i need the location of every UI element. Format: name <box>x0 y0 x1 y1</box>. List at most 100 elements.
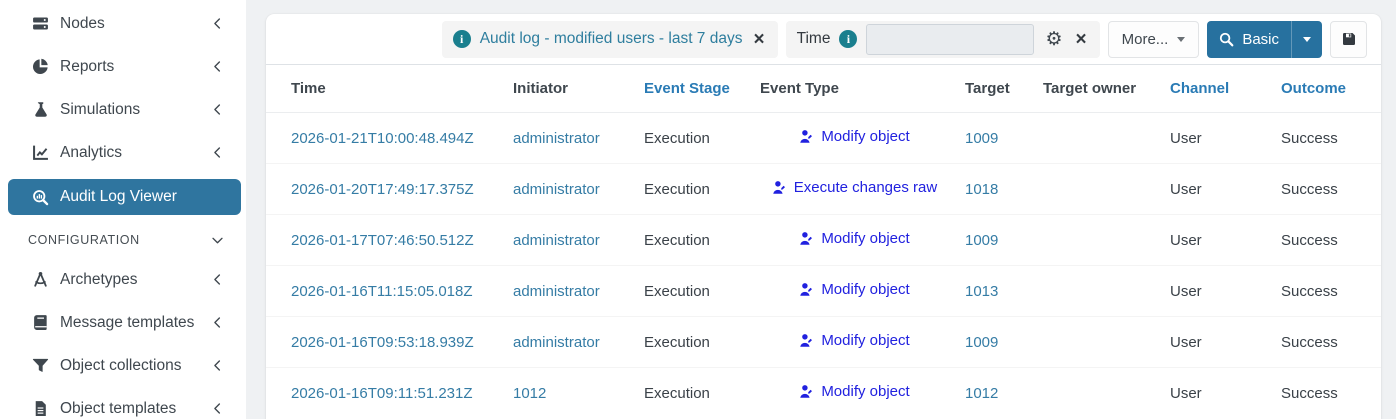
initiator-cell: administrator <box>505 265 636 317</box>
target-link[interactable]: 1018 <box>965 181 998 198</box>
target-owner-cell <box>1035 316 1162 368</box>
search-mode-dropdown[interactable] <box>1291 20 1322 58</box>
column-header-channel[interactable]: Channel <box>1162 65 1273 113</box>
target-cell: 1018 <box>957 163 1035 215</box>
initiator-cell: administrator <box>505 316 636 368</box>
save-search-button[interactable] <box>1330 20 1367 58</box>
channel-cell: User <box>1162 367 1273 418</box>
outcome-cell: Success <box>1273 163 1381 215</box>
sidebar-item-simulations[interactable]: Simulations <box>0 88 246 131</box>
time-cell: 2026-01-17T07:46:50.512Z <box>266 214 505 266</box>
sidebar-item-object-templates[interactable]: Object templates <box>0 387 246 419</box>
outcome-cell: Success <box>1273 214 1381 266</box>
clear-time-filter-icon[interactable]: × <box>1074 30 1089 49</box>
event-stage-cell: Execution <box>636 112 752 164</box>
initiator-link[interactable]: administrator <box>513 283 600 300</box>
target-link[interactable]: 1009 <box>965 334 998 351</box>
saved-filter-pill: i Audit log - modified users - last 7 da… <box>441 20 778 58</box>
sidebar-item-reports[interactable]: Reports <box>0 45 246 88</box>
initiator-link[interactable]: administrator <box>513 334 600 351</box>
sidebar-item-message-templates[interactable]: Message templates <box>0 301 246 344</box>
target-owner-cell <box>1035 214 1162 266</box>
file-lines-icon <box>30 400 50 417</box>
user-edit-icon <box>799 282 814 297</box>
event-type-link[interactable]: Modify object <box>799 383 910 400</box>
channel-cell: User <box>1162 163 1273 215</box>
caret-down-icon <box>1177 36 1186 42</box>
time-link[interactable]: 2026-01-16T09:53:18.939Z <box>291 334 474 351</box>
chevron-left-icon <box>211 60 224 73</box>
event-type-link[interactable]: Modify object <box>799 128 910 145</box>
initiator-link[interactable]: administrator <box>513 232 600 249</box>
saved-filter-link[interactable]: Audit log - modified users - last 7 days <box>480 30 743 48</box>
section-label: CONFIGURATION <box>28 233 140 247</box>
time-link[interactable]: 2026-01-20T17:49:17.375Z <box>291 181 474 198</box>
target-link[interactable]: 1009 <box>965 130 998 147</box>
event-type-label: Modify object <box>821 230 910 247</box>
event-type-label: Modify object <box>821 332 910 349</box>
channel-cell: User <box>1162 214 1273 266</box>
basic-search-main[interactable]: Basic <box>1207 21 1291 58</box>
time-cell: 2026-01-16T11:15:05.018Z <box>266 265 505 317</box>
event-type-cell: Modify object <box>752 214 957 266</box>
sidebar-section-configuration[interactable]: CONFIGURATION <box>0 222 246 258</box>
target-link[interactable]: 1009 <box>965 232 998 249</box>
sidebar: Nodes Reports Simulations Analytics Audi… <box>0 0 246 419</box>
event-type-link[interactable]: Modify object <box>799 281 910 298</box>
time-link[interactable]: 2026-01-21T10:00:48.494Z <box>291 130 474 147</box>
column-header-event-type: Event Type <box>752 65 957 113</box>
column-header-initiator: Initiator <box>505 65 636 113</box>
target-cell: 1009 <box>957 214 1035 266</box>
chevron-left-icon <box>211 17 224 30</box>
caret-down-icon <box>1303 36 1311 42</box>
initiator-cell: administrator <box>505 163 636 215</box>
time-filter-pill: Time i ⚙ × <box>785 20 1100 58</box>
sidebar-item-label: Simulations <box>60 100 141 118</box>
time-link[interactable]: 2026-01-17T07:46:50.512Z <box>291 232 474 249</box>
remove-saved-filter-icon[interactable]: × <box>751 30 766 49</box>
gear-icon[interactable]: ⚙ <box>1043 30 1064 49</box>
initiator-link[interactable]: administrator <box>513 130 600 147</box>
table-row: 2026-01-17T07:46:50.512Z administrator E… <box>266 214 1381 266</box>
sidebar-item-object-collections[interactable]: Object collections <box>0 344 246 387</box>
column-header-time: Time <box>266 65 505 113</box>
initiator-link[interactable]: 1012 <box>513 385 546 402</box>
time-filter-input[interactable] <box>866 23 1035 55</box>
target-owner-cell <box>1035 367 1162 418</box>
table-row: 2026-01-20T17:49:17.375Z administrator E… <box>266 163 1381 215</box>
info-icon[interactable]: i <box>839 30 858 48</box>
time-link[interactable]: 2026-01-16T11:15:05.018Z <box>291 283 473 300</box>
user-edit-icon <box>772 180 787 195</box>
chart-line-icon <box>30 144 50 161</box>
event-stage-cell: Execution <box>636 367 752 418</box>
column-header-event-stage[interactable]: Event Stage <box>636 65 752 113</box>
target-owner-cell <box>1035 265 1162 317</box>
outcome-cell: Success <box>1273 112 1381 164</box>
time-filter-label: Time <box>796 30 831 47</box>
chevron-left-icon <box>211 103 224 116</box>
outcome-cell: Success <box>1273 316 1381 368</box>
target-cell: 1009 <box>957 316 1035 368</box>
more-filters-button[interactable]: More... <box>1107 20 1200 58</box>
sidebar-item-audit-log-viewer[interactable]: Audit Log Viewer <box>8 179 241 215</box>
pie-chart-icon <box>30 58 50 75</box>
sidebar-item-label: Object templates <box>60 399 177 417</box>
target-owner-cell <box>1035 163 1162 215</box>
event-type-link[interactable]: Execute changes raw <box>772 179 937 196</box>
target-cell: 1012 <box>957 367 1035 418</box>
user-edit-icon <box>799 129 814 144</box>
info-icon[interactable]: i <box>452 30 471 48</box>
more-button-label: More... <box>1121 30 1169 48</box>
initiator-link[interactable]: administrator <box>513 181 600 198</box>
time-link[interactable]: 2026-01-16T09:11:51.231Z <box>291 385 473 402</box>
sidebar-item-analytics[interactable]: Analytics <box>0 131 246 174</box>
sidebar-item-nodes[interactable]: Nodes <box>0 2 246 45</box>
event-type-link[interactable]: Modify object <box>799 332 910 349</box>
target-link[interactable]: 1013 <box>965 283 998 300</box>
sidebar-item-archetypes[interactable]: Archetypes <box>0 258 246 301</box>
target-link[interactable]: 1012 <box>965 385 998 402</box>
initiator-cell: administrator <box>505 112 636 164</box>
filter-icon <box>30 357 50 374</box>
event-type-link[interactable]: Modify object <box>799 230 910 247</box>
column-header-outcome[interactable]: Outcome <box>1273 65 1381 113</box>
